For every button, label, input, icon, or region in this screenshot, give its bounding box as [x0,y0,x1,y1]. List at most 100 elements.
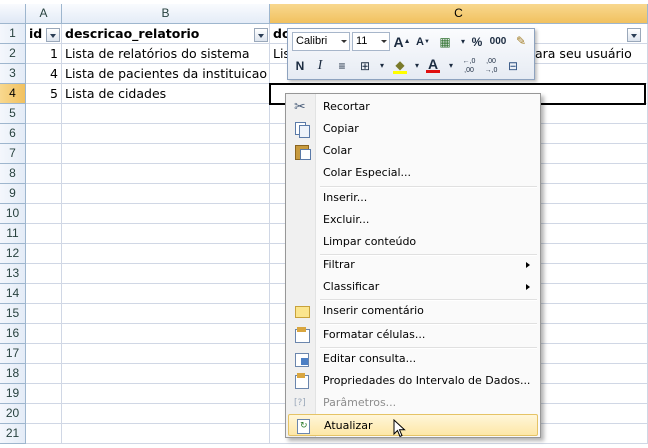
percent-style-button[interactable]: % [468,33,486,51]
empty-cell[interactable] [62,364,270,384]
column-header-a[interactable]: A [26,4,62,24]
format-painter-icon[interactable]: ✎ [512,32,530,50]
empty-cell[interactable] [62,284,270,304]
empty-cell[interactable] [26,244,62,264]
menu-item-limpar-conteudo[interactable]: Limpar conteúdo [288,231,538,253]
empty-cell[interactable] [62,104,270,124]
empty-cell[interactable] [26,304,62,324]
menu-item-inserir-comentario[interactable]: Inserir comentário [288,300,538,322]
empty-cell[interactable] [62,264,270,284]
borders-icon[interactable]: ⊞ [356,57,374,75]
empty-cell[interactable] [62,164,270,184]
row-header[interactable]: 1 [0,24,26,44]
thousands-separator-button[interactable]: 000 [487,33,509,51]
cell-b3[interactable]: Lista de pacientes da instituicao [62,64,270,84]
column-header-b[interactable]: B [62,4,270,24]
row-header[interactable]: 13 [0,264,26,284]
empty-cell[interactable] [26,124,62,144]
increase-decimal-icon[interactable]: ←,0,00 [460,57,478,75]
menu-item-propriedades[interactable]: Propriedades do Intervalo de Dados... [288,370,538,392]
cell-b4[interactable]: Lista de cidades [62,84,270,104]
filter-dropdown-c[interactable] [627,28,641,42]
menu-item-copiar[interactable]: Copiar [288,118,538,140]
italic-button[interactable]: I [311,57,329,75]
header-cell-descricao[interactable]: descricao_relatorio [62,24,270,44]
cell-a4[interactable]: 5 [26,84,62,104]
cell-a2[interactable]: 1 [26,44,62,64]
align-center-icon[interactable]: ≡ [333,57,351,75]
empty-cell[interactable] [62,204,270,224]
menu-item-classificar[interactable]: Classificar [288,276,538,298]
empty-cell[interactable] [26,364,62,384]
empty-cell[interactable] [26,344,62,364]
empty-cell[interactable] [62,184,270,204]
empty-cell[interactable] [26,404,62,424]
row-header[interactable]: 20 [0,404,26,424]
row-header[interactable]: 12 [0,244,26,264]
font-size-dropdown[interactable]: 11 [352,32,390,51]
font-color-dropdown-icon[interactable]: ▾ [442,57,460,75]
row-header[interactable]: 21 [0,424,26,444]
merge-cells-icon[interactable]: ⊟ [504,57,522,75]
font-color-icon[interactable]: A [424,55,442,73]
row-header[interactable]: 18 [0,364,26,384]
row-header[interactable]: 16 [0,324,26,344]
column-header-c[interactable]: C [270,4,648,24]
row-header[interactable]: 19 [0,384,26,404]
cell-a3[interactable]: 4 [26,64,62,84]
menu-item-colar[interactable]: Colar [288,140,538,162]
menu-item-formatar-celulas[interactable]: Formatar células... [288,324,538,346]
cell-b2[interactable]: Lista de relatórios do sistema [62,44,270,64]
empty-cell[interactable] [62,224,270,244]
borders-dropdown-icon[interactable]: ▾ [373,57,391,75]
menu-item-atualizar[interactable]: ↻ Atualizar [288,414,538,436]
empty-cell[interactable] [26,104,62,124]
empty-cell[interactable] [26,264,62,284]
empty-cell[interactable] [26,284,62,304]
bold-button[interactable]: N [291,57,309,75]
row-header[interactable]: 5 [0,104,26,124]
empty-cell[interactable] [26,424,62,444]
menu-item-inserir[interactable]: Inserir... [288,187,538,209]
empty-cell[interactable] [62,344,270,364]
menu-item-colar-especial[interactable]: Colar Especial... [288,162,538,184]
empty-cell[interactable] [62,244,270,264]
font-name-dropdown[interactable]: Calibri [292,32,350,51]
row-header[interactable]: 3 [0,64,26,84]
filter-dropdown-descricao[interactable] [254,28,268,42]
menu-item-excluir[interactable]: Excluir... [288,209,538,231]
menu-item-editar-consulta[interactable]: Editar consulta... [288,348,538,370]
row-header[interactable]: 10 [0,204,26,224]
empty-cell[interactable] [62,124,270,144]
row-header[interactable]: 17 [0,344,26,364]
empty-cell[interactable] [62,404,270,424]
row-header[interactable]: 15 [0,304,26,324]
row-header[interactable]: 11 [0,224,26,244]
fill-color-icon[interactable]: ◆ [391,56,409,74]
empty-cell[interactable] [26,384,62,404]
menu-item-filtrar[interactable]: Filtrar [288,254,538,276]
row-header[interactable]: 8 [0,164,26,184]
empty-cell[interactable] [26,184,62,204]
filter-dropdown-id[interactable] [46,28,60,42]
empty-cell[interactable] [26,204,62,224]
row-header[interactable]: 9 [0,184,26,204]
decrease-decimal-icon[interactable]: ,00 →,0 [482,57,500,75]
grow-font-icon[interactable]: A▲ [393,33,411,51]
empty-cell[interactable] [26,324,62,344]
empty-cell[interactable] [62,384,270,404]
shrink-font-icon[interactable]: A▼ [414,33,432,51]
row-header[interactable]: 2 [0,44,26,64]
empty-cell[interactable] [62,324,270,344]
row-header[interactable]: 7 [0,144,26,164]
empty-cell[interactable] [26,164,62,184]
empty-cell[interactable] [62,424,270,444]
currency-format-icon[interactable]: ▦ [436,33,454,51]
select-all-corner[interactable] [0,4,26,24]
empty-cell[interactable] [26,144,62,164]
empty-cell[interactable] [26,224,62,244]
empty-cell[interactable] [62,304,270,324]
row-header[interactable]: 4 [0,84,26,104]
row-header[interactable]: 6 [0,124,26,144]
menu-item-recortar[interactable]: ✂ Recortar [288,96,538,118]
